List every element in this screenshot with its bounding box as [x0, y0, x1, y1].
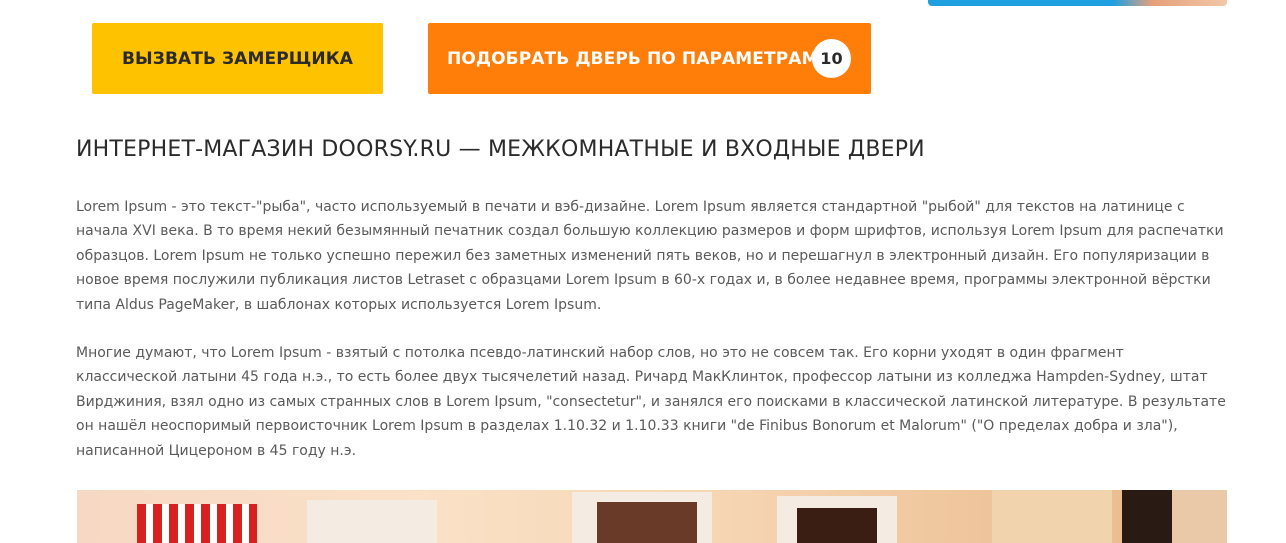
pick-door-by-parameters-button[interactable]: ПОДОБРАТЬ ДВЕРЬ ПО ПАРАМЕТРАМ 10	[428, 23, 871, 94]
article-paragraph: Многие думают, что Lorem Ipsum - взятый …	[76, 345, 1226, 459]
call-measurer-button[interactable]: ВЫЗВАТЬ ЗАМЕРЩИКА	[92, 23, 383, 94]
article-paragraph: Lorem Ipsum - это текст-"рыба", часто ис…	[76, 199, 1224, 313]
photo-door-frame	[307, 500, 437, 543]
pick-door-label: ПОДОБРАТЬ ДВЕРЬ ПО ПАРАМЕТРАМ	[447, 48, 819, 69]
photo-door	[797, 508, 877, 543]
photo-wall	[1172, 490, 1227, 543]
photo-dark-door	[1122, 490, 1172, 543]
seo-article: Lorem Ipsum - это текст-"рыба", часто ис…	[76, 195, 1228, 487]
photo-door	[597, 502, 697, 543]
interior-doors-photo	[77, 490, 1227, 543]
pick-door-count-badge: 10	[812, 39, 851, 78]
call-measurer-label: ВЫЗВАТЬ ЗАМЕРЩИКА	[122, 48, 353, 69]
page-title: ИНТЕРНЕТ-МАГАЗИН DOORSY.RU — МЕЖКОМНАТНЫ…	[76, 137, 925, 162]
photo-striped-awning	[137, 504, 257, 543]
top-banner-image-edge	[928, 0, 1227, 6]
photo-wall	[992, 490, 1112, 543]
